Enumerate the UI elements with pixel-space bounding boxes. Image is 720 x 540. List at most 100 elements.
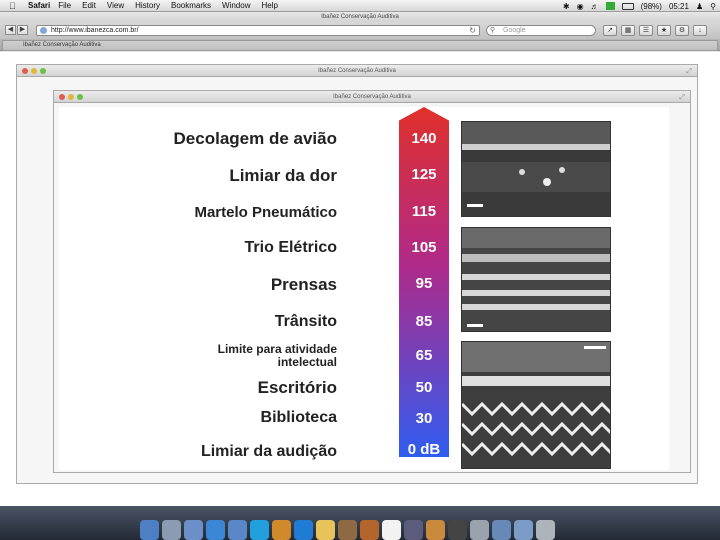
inner-zoom-icon[interactable]	[77, 94, 83, 100]
wifi-icon[interactable]: ◉	[577, 2, 584, 11]
messenger-icon[interactable]	[316, 520, 335, 540]
search-icon: ⚲	[490, 27, 496, 34]
battery-percent: (98%)	[640, 1, 662, 11]
menu-edit[interactable]: Edit	[82, 1, 96, 10]
menu-bookmarks[interactable]: Bookmarks	[171, 1, 211, 10]
bookmarks-button[interactable]: ★	[657, 25, 671, 36]
menu-history[interactable]: History	[135, 1, 160, 10]
download-button[interactable]: ↓	[693, 25, 707, 36]
db-85: 85	[415, 313, 433, 330]
itunes-icon[interactable]	[228, 520, 247, 540]
inner-window-controls	[59, 94, 83, 100]
search-placeholder: Google	[503, 27, 526, 34]
menu-file[interactable]: File	[58, 1, 71, 10]
calendar-icon[interactable]	[382, 520, 401, 540]
page-content: Ibañez Conservação Auditiva ⤢ Ibañez Con…	[0, 52, 720, 506]
volume-icon[interactable]: ♬	[591, 2, 599, 11]
photo-icon[interactable]	[360, 520, 379, 540]
app-store-icon[interactable]	[184, 520, 203, 540]
spotlight-icon[interactable]: ⚲	[710, 2, 716, 11]
inner-minimize-icon[interactable]	[68, 94, 74, 100]
finder-icon[interactable]	[140, 520, 159, 540]
app-window-title: Ibañez Conservação Auditiva	[318, 68, 396, 74]
tabs-button[interactable]: ▦	[621, 25, 635, 36]
url-text: http://www.ibanezca.com.br/	[51, 27, 139, 34]
status-tray: ✱ ◉ ♬ (98%) 05:21 ♟ ⚲	[563, 0, 716, 12]
clock[interactable]: 05:21	[669, 2, 689, 11]
db-30: 30	[415, 410, 433, 427]
reload-icon[interactable]: ↻	[469, 26, 476, 35]
hair-cells-healthy-photo	[461, 341, 611, 469]
db-50: 50	[415, 379, 433, 396]
label-transito: Trânsito	[274, 313, 337, 330]
hair-cells-severe-damage-photo	[461, 121, 611, 217]
preview-icon[interactable]	[338, 520, 357, 540]
inner-window-titlebar: Ibañez Conservação Auditiva ⤢	[54, 91, 690, 103]
messages-icon[interactable]	[294, 520, 313, 540]
inner-window: Ibañez Conservação Auditiva ⤢ Decolagem …	[53, 90, 691, 473]
db-65: 65	[415, 347, 433, 364]
menu-help[interactable]: Help	[261, 1, 277, 10]
tab-bar: Ibañez Conservação Auditiva	[0, 39, 720, 51]
launchpad-icon[interactable]	[162, 520, 181, 540]
noise-level-slide: Decolagem de avião Limiar da dor Martelo…	[59, 107, 669, 470]
fullscreen-icon[interactable]: ⤢	[686, 66, 692, 78]
safari-icon[interactable]	[206, 520, 225, 540]
menu-bar:  Safari File Edit View History Bookmark…	[0, 0, 720, 12]
apple-menu-icon[interactable]: 	[9, 1, 21, 11]
label-limiar-audicao: Limiar da audição	[200, 443, 337, 460]
mail-icon[interactable]	[605, 2, 615, 10]
app-window: Ibañez Conservação Auditiva ⤢ Ibañez Con…	[16, 64, 698, 484]
documents-folder-icon[interactable]	[514, 520, 533, 540]
label-limiar-dor: Limiar da dor	[229, 166, 337, 185]
activity-monitor-icon[interactable]	[448, 520, 467, 540]
zoom-icon[interactable]	[40, 68, 46, 74]
label-decolagem: Decolagem de avião	[173, 129, 337, 148]
upload-icon[interactable]	[272, 520, 291, 540]
inner-close-icon[interactable]	[59, 94, 65, 100]
url-field[interactable]: http://www.ibanezca.com.br/ ↻	[36, 25, 480, 36]
trash-icon[interactable]	[536, 520, 555, 540]
inner-window-title: Ibañez Conservação Auditiva	[333, 94, 411, 100]
applications-folder-icon[interactable]	[492, 520, 511, 540]
user-icon[interactable]: ♟	[696, 2, 703, 11]
db-105: 105	[411, 239, 437, 256]
minimize-icon[interactable]	[31, 68, 37, 74]
label-limite: Limite para atividade intelectual	[218, 343, 337, 369]
db-95: 95	[415, 275, 433, 292]
settings-button[interactable]: ⚙	[675, 25, 689, 36]
menu-view[interactable]: View	[107, 1, 124, 10]
app-window-controls	[22, 68, 46, 74]
search-field[interactable]: ⚲ Google	[486, 25, 596, 36]
tab-active[interactable]: Ibañez Conservação Auditiva	[2, 40, 718, 51]
battery-icon[interactable]	[621, 2, 634, 10]
share-button[interactable]: ↗	[603, 25, 617, 36]
system-preferences-icon[interactable]	[470, 520, 489, 540]
inner-fullscreen-icon[interactable]: ⤢	[679, 92, 685, 104]
globe-icon	[40, 27, 47, 34]
label-escritorio: Escritório	[257, 378, 337, 397]
dock	[0, 506, 720, 540]
app-window-titlebar: Ibañez Conservação Auditiva ⤢	[17, 65, 697, 77]
db-0: 0 dB	[407, 441, 441, 458]
keynote-icon[interactable]	[426, 520, 445, 540]
label-limite-line2: intelectual	[277, 355, 337, 369]
bluetooth-icon[interactable]: ✱	[563, 2, 570, 11]
hair-cells-moderate-damage-photo	[461, 227, 611, 332]
db-115: 115	[411, 203, 437, 220]
back-button[interactable]: ◀	[5, 25, 16, 35]
dock-shelf	[140, 512, 580, 540]
menu-app-safari[interactable]: Safari	[28, 1, 50, 10]
close-icon[interactable]	[22, 68, 28, 74]
db-125: 125	[411, 166, 437, 183]
pen-icon[interactable]	[404, 520, 423, 540]
skype-icon[interactable]	[250, 520, 269, 540]
db-140: 140	[411, 130, 437, 147]
browser-title: Ibañez Conservação Auditiva	[0, 13, 720, 22]
menu-window[interactable]: Window	[222, 1, 250, 10]
browser-toolbar: ◀ ▶ + http://www.ibanezca.com.br/ ↻ ⚲ Go…	[0, 22, 720, 39]
page-menu-button[interactable]: ☰	[639, 25, 653, 36]
label-trio: Trio Elétrico	[244, 239, 337, 256]
label-martelo: Martelo Pneumático	[194, 204, 337, 221]
forward-button[interactable]: ▶	[17, 25, 28, 35]
